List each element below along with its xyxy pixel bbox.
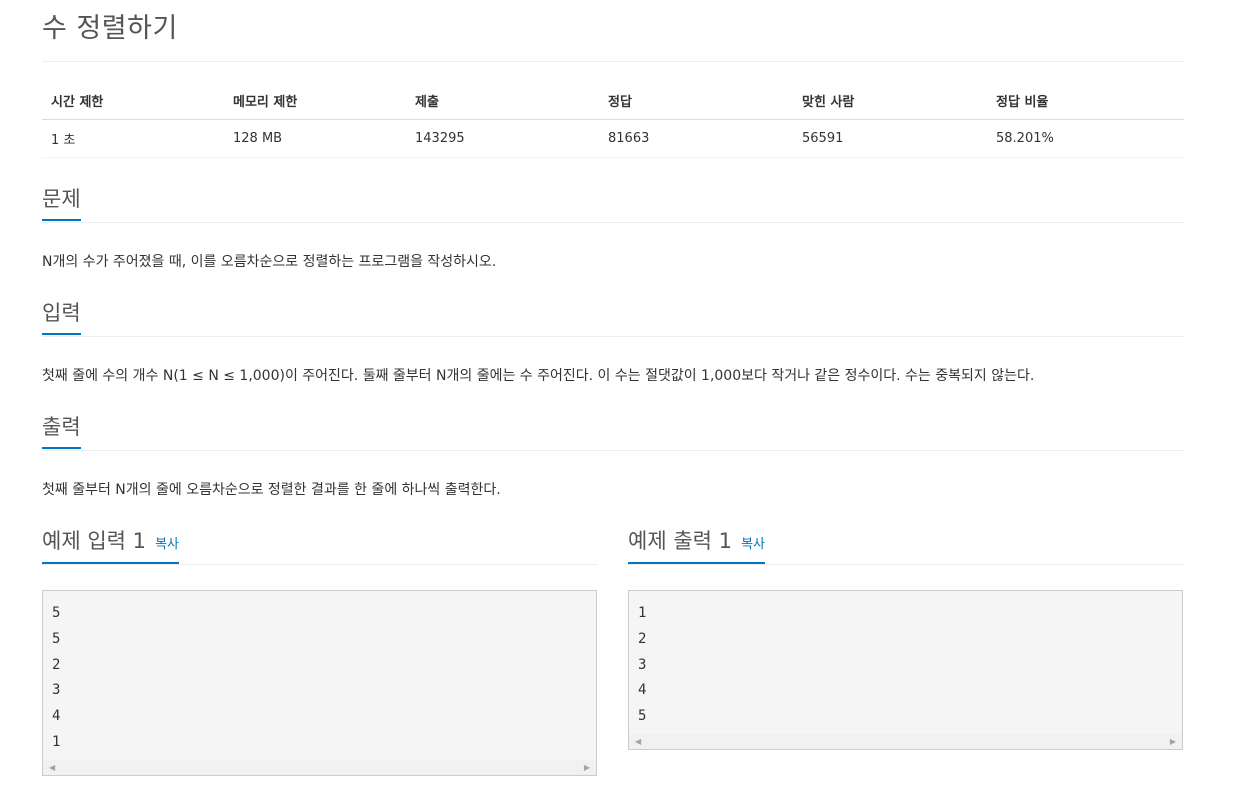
info-value-accept-ratio: 58.201% [987,119,1184,158]
info-value-accepted: 81663 [599,119,793,158]
info-value-solvers: 56591 [793,119,987,158]
output-section-header: 출력 [42,414,1184,451]
input-heading: 입력 [42,300,81,335]
input-description: 첫째 줄에 수의 개수 N(1 ≤ N ≤ 1,000)이 주어진다. 둘째 줄… [42,368,1035,384]
info-header-submissions: 제출 [406,82,599,120]
scroll-left-arrow-icon[interactable]: ◀ [635,736,641,747]
title-divider [42,61,1184,62]
output-description: 첫째 줄부터 N개의 줄에 오름차순으로 정렬한 결과를 한 줄에 하나씩 출력… [42,482,501,498]
info-header-accept-ratio: 정답 비율 [987,82,1184,120]
sample-output-header: 예제 출력 1 복사 [628,528,1184,565]
input-section-header: 입력 [42,300,1184,337]
code-line: 2 [638,630,647,647]
code-line: 5 [52,605,61,621]
info-value-time-limit: 1 초 [42,119,224,158]
sample-output-horizontal-scrollbar[interactable]: ◀ ▶ [629,733,1182,749]
code-line: 4 [638,682,647,699]
code-line: 5 [52,630,61,647]
code-line: 1 [52,733,61,750]
code-line: 3 [638,656,647,673]
code-line: 2 [52,656,61,673]
sample-input-code: 5 5 2 3 4 1 [43,591,596,760]
sample-output-copy-link[interactable]: 복사 [741,537,765,552]
info-value-row: 1 초 128 MB 143295 81663 56591 58.201% [42,119,1184,158]
scroll-left-arrow-icon[interactable]: ◀ [49,762,55,773]
page-title: 수 정렬하기 [42,13,178,44]
info-header-accepted: 정답 [599,82,793,120]
output-heading: 출력 [42,414,81,449]
problem-heading: 문제 [42,186,81,221]
problem-info-table: 시간 제한 메모리 제한 제출 정답 맞힌 사람 정답 비율 1 초 128 M… [42,82,1184,158]
sample-input-header: 예제 입력 1 복사 [42,528,598,565]
sample-input-copy-link[interactable]: 복사 [155,537,179,552]
scroll-right-arrow-icon[interactable]: ▶ [584,762,590,773]
sample-input-horizontal-scrollbar[interactable]: ◀ ▶ [43,759,596,775]
info-value-memory-limit: 128 MB [224,119,406,158]
info-value-submissions: 143295 [406,119,599,158]
sample-input-code-box[interactable]: 5 5 2 3 4 1 ◀ ▶ [42,590,597,776]
info-header-solvers: 맞힌 사람 [793,82,987,120]
sample-input-heading: 예제 입력 1 [42,529,146,553]
code-line: 3 [52,682,61,699]
code-line: 4 [52,708,61,725]
problem-section-header: 문제 [42,186,1184,223]
info-header-memory-limit: 메모리 제한 [224,82,406,120]
code-line: 5 [638,708,647,725]
sample-output-title-group: 예제 출력 1 복사 [628,528,766,564]
sample-output-code: 1 2 3 4 5 [629,591,1182,734]
sample-output-heading: 예제 출력 1 [628,529,732,553]
code-line: 1 [638,605,647,621]
sample-input-title-group: 예제 입력 1 복사 [42,528,180,564]
sample-output-code-box[interactable]: 1 2 3 4 5 ◀ ▶ [628,590,1183,750]
info-header-time-limit: 시간 제한 [42,82,224,120]
scroll-right-arrow-icon[interactable]: ▶ [1170,736,1176,747]
problem-description: N개의 수가 주어졌을 때, 이를 오름차순으로 정렬하는 프로그램을 작성하시… [42,254,497,270]
info-header-row: 시간 제한 메모리 제한 제출 정답 맞힌 사람 정답 비율 [42,82,1184,120]
